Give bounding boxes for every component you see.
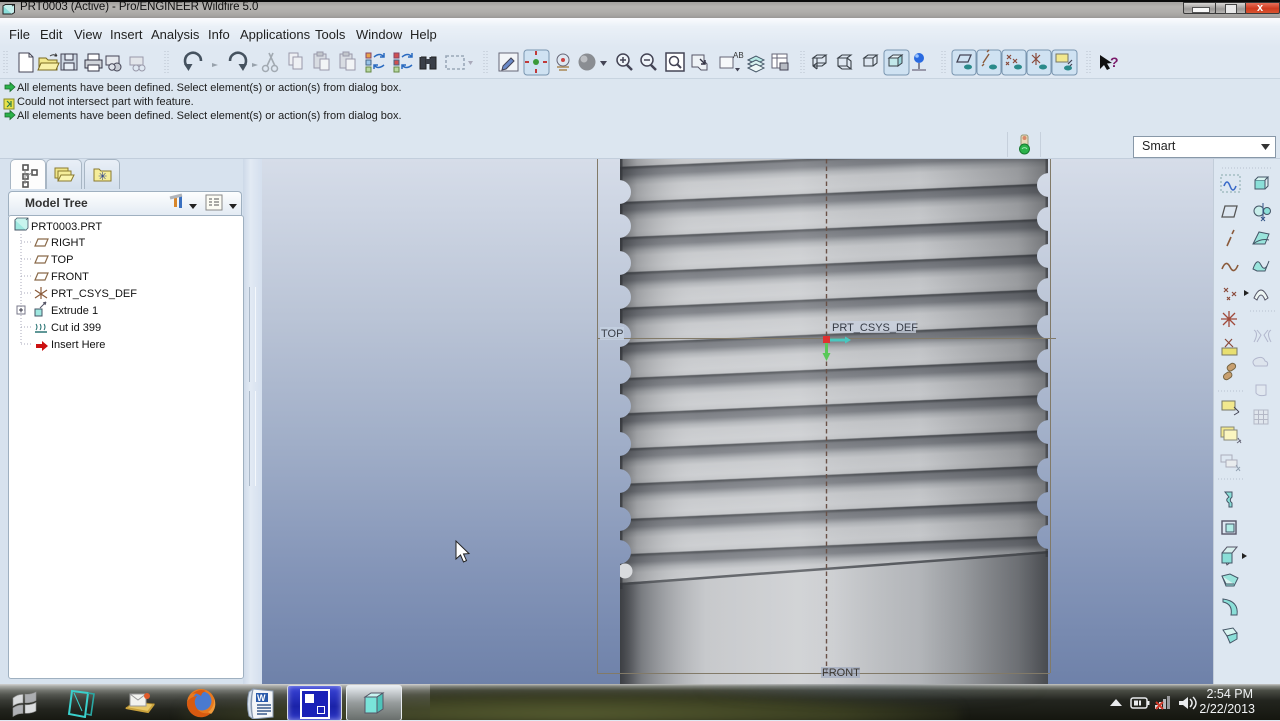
svg-text:PRT0003.PRT: PRT0003.PRT [31,221,102,233]
svg-text:RIGHT: RIGHT [51,237,86,249]
svg-text:PRT_CSYS_DEF: PRT_CSYS_DEF [832,322,918,334]
svg-text:Extrude 1: Extrude 1 [51,305,98,317]
svg-text:FRONT: FRONT [51,271,89,283]
svg-text:PRT_CSYS_DEF: PRT_CSYS_DEF [51,288,137,300]
svg-text:FRONT: FRONT [822,667,860,679]
svg-text:Insert Here: Insert Here [51,339,105,351]
svg-text:TOP: TOP [601,328,623,340]
svg-text:W: W [257,693,266,703]
svg-text:TOP: TOP [51,254,73,266]
svg-text:?: ? [1110,54,1119,70]
svg-text:AB: AB [733,51,744,60]
svg-text:✳: ✳ [98,171,107,183]
svg-text:Cut id 399: Cut id 399 [51,322,101,334]
